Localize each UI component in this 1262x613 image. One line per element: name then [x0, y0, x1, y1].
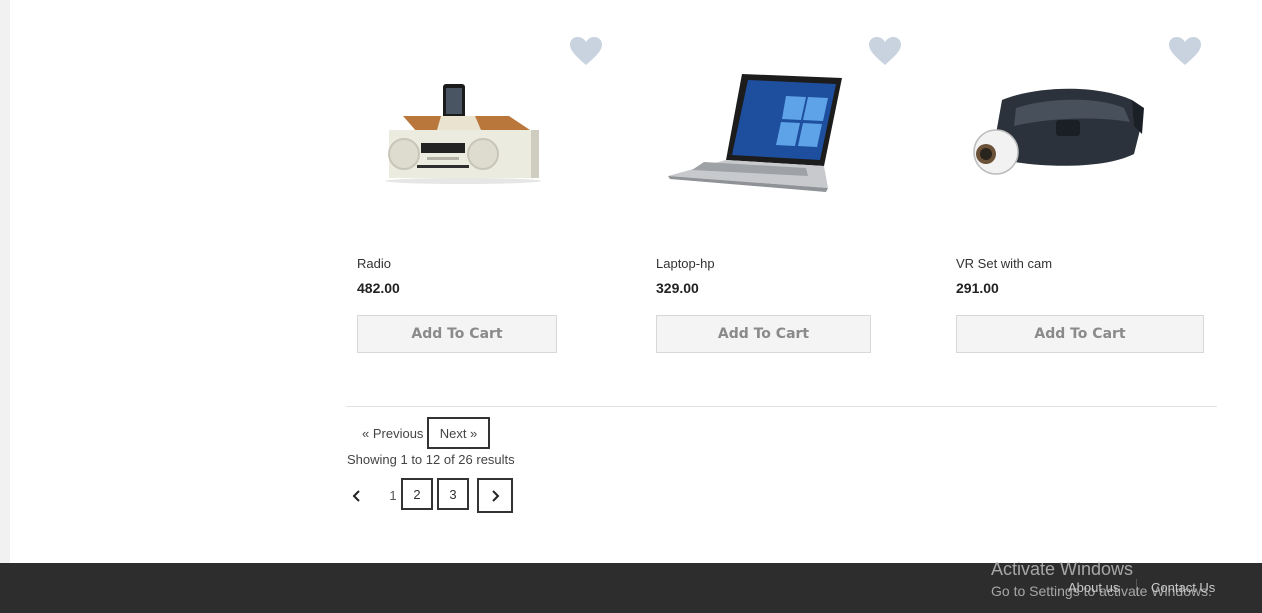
section-divider: [346, 406, 1217, 407]
product-price: 329.00: [656, 280, 699, 296]
page-number-3[interactable]: 3: [437, 478, 469, 510]
add-to-cart-button[interactable]: Add To Cart: [357, 315, 557, 353]
product-image-vr-set[interactable]: [956, 60, 1216, 250]
page-number-2[interactable]: 2: [401, 478, 433, 510]
product-image-laptop[interactable]: [656, 60, 916, 250]
product-name[interactable]: VR Set with cam: [956, 256, 1052, 271]
product-price: 482.00: [357, 280, 400, 296]
next-page-button[interactable]: Next »: [427, 417, 490, 449]
product-card-laptop-hp: Laptop-hp 329.00 Add To Cart: [656, 30, 916, 360]
product-name[interactable]: Radio: [357, 256, 391, 271]
product-price: 291.00: [956, 280, 999, 296]
product-card-vr-set: VR Set with cam 291.00 Add To Cart: [956, 30, 1216, 360]
product-image-radio[interactable]: [357, 60, 617, 250]
page-number-1[interactable]: 1: [384, 482, 402, 508]
chevron-right-icon[interactable]: [477, 478, 513, 513]
activate-windows-subtitle: Go to Settings to activate Windows.: [991, 583, 1212, 599]
product-name[interactable]: Laptop-hp: [656, 256, 715, 271]
product-card-radio: Radio 482.00 Add To Cart: [357, 30, 617, 360]
left-sidebar-strip: [0, 0, 10, 563]
previous-page-link[interactable]: « Previous: [362, 426, 423, 441]
add-to-cart-button[interactable]: Add To Cart: [956, 315, 1204, 353]
add-to-cart-button[interactable]: Add To Cart: [656, 315, 871, 353]
chevron-left-icon[interactable]: [348, 485, 366, 507]
activate-windows-title: Activate Windows: [991, 559, 1134, 579]
results-count-text: Showing 1 to 12 of 26 results: [347, 452, 515, 467]
